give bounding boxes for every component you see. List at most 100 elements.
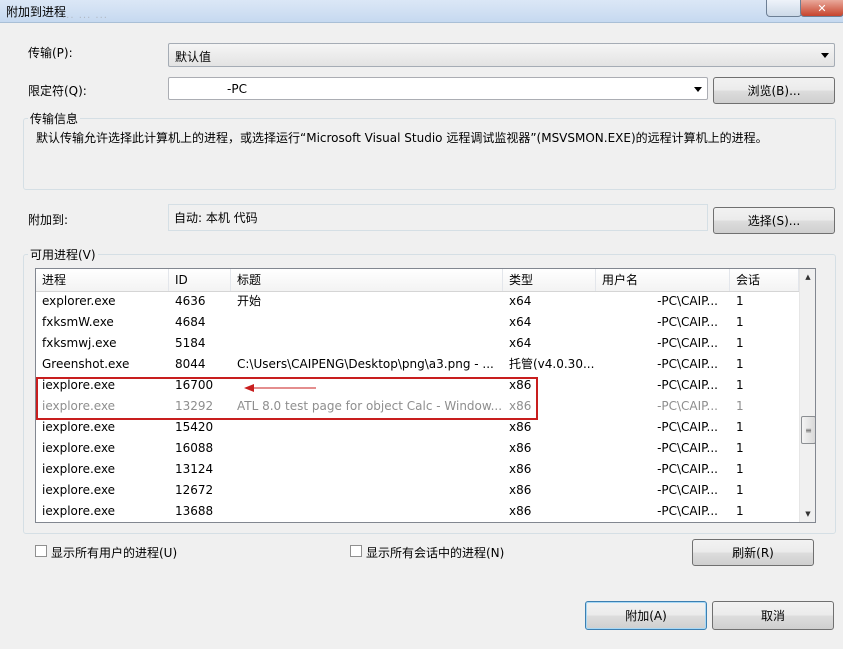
table-row[interactable]: iexplore.exe 13292 ATL 8.0 test page for o… bbox=[36, 396, 799, 417]
process-id-cell: 5184 bbox=[175, 336, 206, 350]
table-row[interactable]: Greenshot.exe 8044 C:\Users\CAIPENG\Deskto… bbox=[36, 354, 799, 375]
process-user-cell: -PC\CAIP... bbox=[657, 441, 718, 455]
show-all-users-checkbox[interactable] bbox=[35, 545, 47, 557]
transport-info-group bbox=[23, 118, 836, 190]
process-type-cell: x86 bbox=[509, 420, 532, 434]
ghost-text: ... ... ... bbox=[62, 10, 108, 21]
chevron-down-icon bbox=[821, 53, 829, 58]
process-id-cell: 13688 bbox=[175, 504, 214, 518]
process-title-cell bbox=[231, 333, 503, 354]
process-user-cell: -PC\CAIP... bbox=[657, 336, 718, 350]
process-session-cell: 1 bbox=[736, 315, 744, 329]
process-session-cell: 1 bbox=[736, 483, 744, 497]
transport-select[interactable]: 默认值 bbox=[168, 43, 835, 67]
process-name-cell: iexplore.exe bbox=[42, 483, 116, 497]
close-button[interactable]: ✕ bbox=[800, 0, 843, 17]
process-session-cell: 1 bbox=[736, 378, 744, 392]
title-bar: 附加到进程 ... ... ... ✕ bbox=[0, 0, 843, 23]
column-header-session[interactable]: 会话 bbox=[730, 269, 799, 291]
attach-to-field: 自动: 本机 代码 bbox=[168, 204, 708, 231]
transport-label: 传输(P): bbox=[28, 46, 73, 60]
qualifier-label: 限定符(Q): bbox=[28, 84, 87, 98]
chevron-up-icon: ▲ bbox=[805, 273, 811, 281]
attach-to-label: 附加到: bbox=[28, 213, 69, 227]
table-row[interactable]: fxksmwj.exe 5184 x64 -PC\CAIP... 1 bbox=[36, 333, 799, 354]
scroll-up-button[interactable]: ▲ bbox=[800, 269, 815, 285]
table-row[interactable]: iexplore.exe 13124 x86 -PC\CAIP... 1 bbox=[36, 459, 799, 480]
available-processes-title: 可用进程(V) bbox=[28, 246, 98, 263]
process-title-cell bbox=[231, 480, 503, 501]
attach-button[interactable]: 附加(A) bbox=[585, 601, 707, 630]
process-session-cell: 1 bbox=[736, 399, 744, 413]
process-user-cell: -PC\CAIP... bbox=[657, 357, 718, 371]
process-session-cell: 1 bbox=[736, 420, 744, 434]
process-id-cell: 4636 bbox=[175, 294, 206, 308]
process-type-cell: x86 bbox=[509, 399, 532, 413]
show-all-sessions-checkbox[interactable] bbox=[350, 545, 362, 557]
transport-info-title: 传输信息 bbox=[28, 110, 81, 127]
qualifier-value: -PC bbox=[227, 82, 247, 96]
process-user-cell: -PC\CAIP... bbox=[657, 378, 718, 392]
process-name-cell: iexplore.exe bbox=[42, 504, 116, 518]
process-id-cell: 12672 bbox=[175, 483, 214, 497]
process-session-cell: 1 bbox=[736, 462, 744, 476]
process-user-cell: -PC\CAIP... bbox=[657, 294, 718, 308]
table-row[interactable]: iexplore.exe 13688 x86 -PC\CAIP... 1 bbox=[36, 501, 799, 522]
table-row[interactable]: iexplore.exe 16088 x86 -PC\CAIP... 1 bbox=[36, 438, 799, 459]
table-row[interactable]: iexplore.exe 15420 x86 -PC\CAIP... 1 bbox=[36, 417, 799, 438]
browse-button[interactable]: 浏览(B)... bbox=[713, 77, 835, 104]
column-header-type[interactable]: 类型 bbox=[503, 269, 596, 291]
process-type-cell: x86 bbox=[509, 483, 532, 497]
process-title-cell: C:\Users\CAIPENG\Desktop\png\a3.png - ..… bbox=[237, 357, 494, 371]
process-title-cell bbox=[231, 438, 503, 459]
scroll-thumb[interactable]: ≡ bbox=[801, 416, 815, 444]
process-list-scrollbar[interactable]: ▲ ≡ ▼ bbox=[799, 269, 815, 522]
process-user-cell: -PC\CAIP... bbox=[657, 399, 718, 413]
process-type-cell: x86 bbox=[509, 504, 532, 518]
process-type-cell: x64 bbox=[509, 336, 532, 350]
process-type-cell: x64 bbox=[509, 315, 532, 329]
help-button[interactable] bbox=[766, 0, 802, 17]
column-header-id[interactable]: ID bbox=[169, 269, 231, 291]
process-session-cell: 1 bbox=[736, 294, 744, 308]
window-title: 附加到进程 bbox=[6, 5, 67, 19]
process-type-cell: 托管(v4.0.30... bbox=[509, 357, 595, 371]
table-row[interactable]: iexplore.exe 12672 x86 -PC\CAIP... 1 bbox=[36, 480, 799, 501]
table-row[interactable]: explorer.exe 4636 开始 x64 -PC\CAIP... 1 bbox=[36, 291, 799, 312]
process-user-cell: -PC\CAIP... bbox=[657, 315, 718, 329]
scroll-down-button[interactable]: ▼ bbox=[800, 506, 815, 522]
chevron-down-icon: ▼ bbox=[805, 510, 811, 518]
process-type-cell: x64 bbox=[509, 294, 532, 308]
process-title-cell bbox=[231, 417, 503, 438]
cancel-button[interactable]: 取消 bbox=[712, 601, 834, 630]
process-user-cell: -PC\CAIP... bbox=[657, 420, 718, 434]
process-name-cell: iexplore.exe bbox=[42, 441, 116, 455]
show-all-sessions-label[interactable]: 显示所有会话中的进程(N) bbox=[366, 544, 504, 561]
process-type-cell: x86 bbox=[509, 462, 532, 476]
column-header-process[interactable]: 进程 bbox=[36, 269, 169, 291]
process-name-cell: fxksmW.exe bbox=[42, 315, 114, 329]
column-header-user[interactable]: 用户名 bbox=[596, 269, 730, 291]
qualifier-input[interactable]: -PC bbox=[168, 77, 708, 100]
table-row[interactable]: fxksmW.exe 4684 x64 -PC\CAIP... 1 bbox=[36, 312, 799, 333]
process-user-cell: -PC\CAIP... bbox=[657, 462, 718, 476]
grip-icon: ≡ bbox=[805, 425, 812, 435]
process-user-cell: -PC\CAIP... bbox=[657, 483, 718, 497]
select-button[interactable]: 选择(S)... bbox=[713, 207, 835, 234]
annotation-arrow-icon bbox=[244, 384, 316, 392]
process-id-cell: 16700 bbox=[175, 378, 214, 392]
process-title-cell bbox=[231, 501, 503, 522]
process-session-cell: 1 bbox=[736, 336, 744, 350]
process-session-cell: 1 bbox=[736, 504, 744, 518]
process-name-cell: fxksmwj.exe bbox=[42, 336, 117, 350]
process-list-header: 进程 ID 标题 类型 用户名 会话 bbox=[36, 269, 799, 292]
transport-info-text: 默认传输允许选择此计算机上的进程，或选择运行“Microsoft Visual … bbox=[36, 131, 768, 145]
process-id-cell: 16088 bbox=[175, 441, 214, 455]
refresh-button[interactable]: 刷新(R) bbox=[692, 539, 814, 566]
process-list[interactable]: 进程 ID 标题 类型 用户名 会话 explorer.exe 4636 开始 x64… bbox=[35, 268, 816, 523]
process-title-cell bbox=[231, 459, 503, 480]
column-header-title[interactable]: 标题 bbox=[231, 269, 503, 291]
show-all-users-label[interactable]: 显示所有用户的进程(U) bbox=[51, 544, 177, 561]
process-title-cell: ATL 8.0 test page for object Calc - Wind… bbox=[237, 399, 503, 413]
table-row[interactable]: iexplore.exe 16700 x86 -PC\CAIP... 1 bbox=[36, 375, 799, 396]
